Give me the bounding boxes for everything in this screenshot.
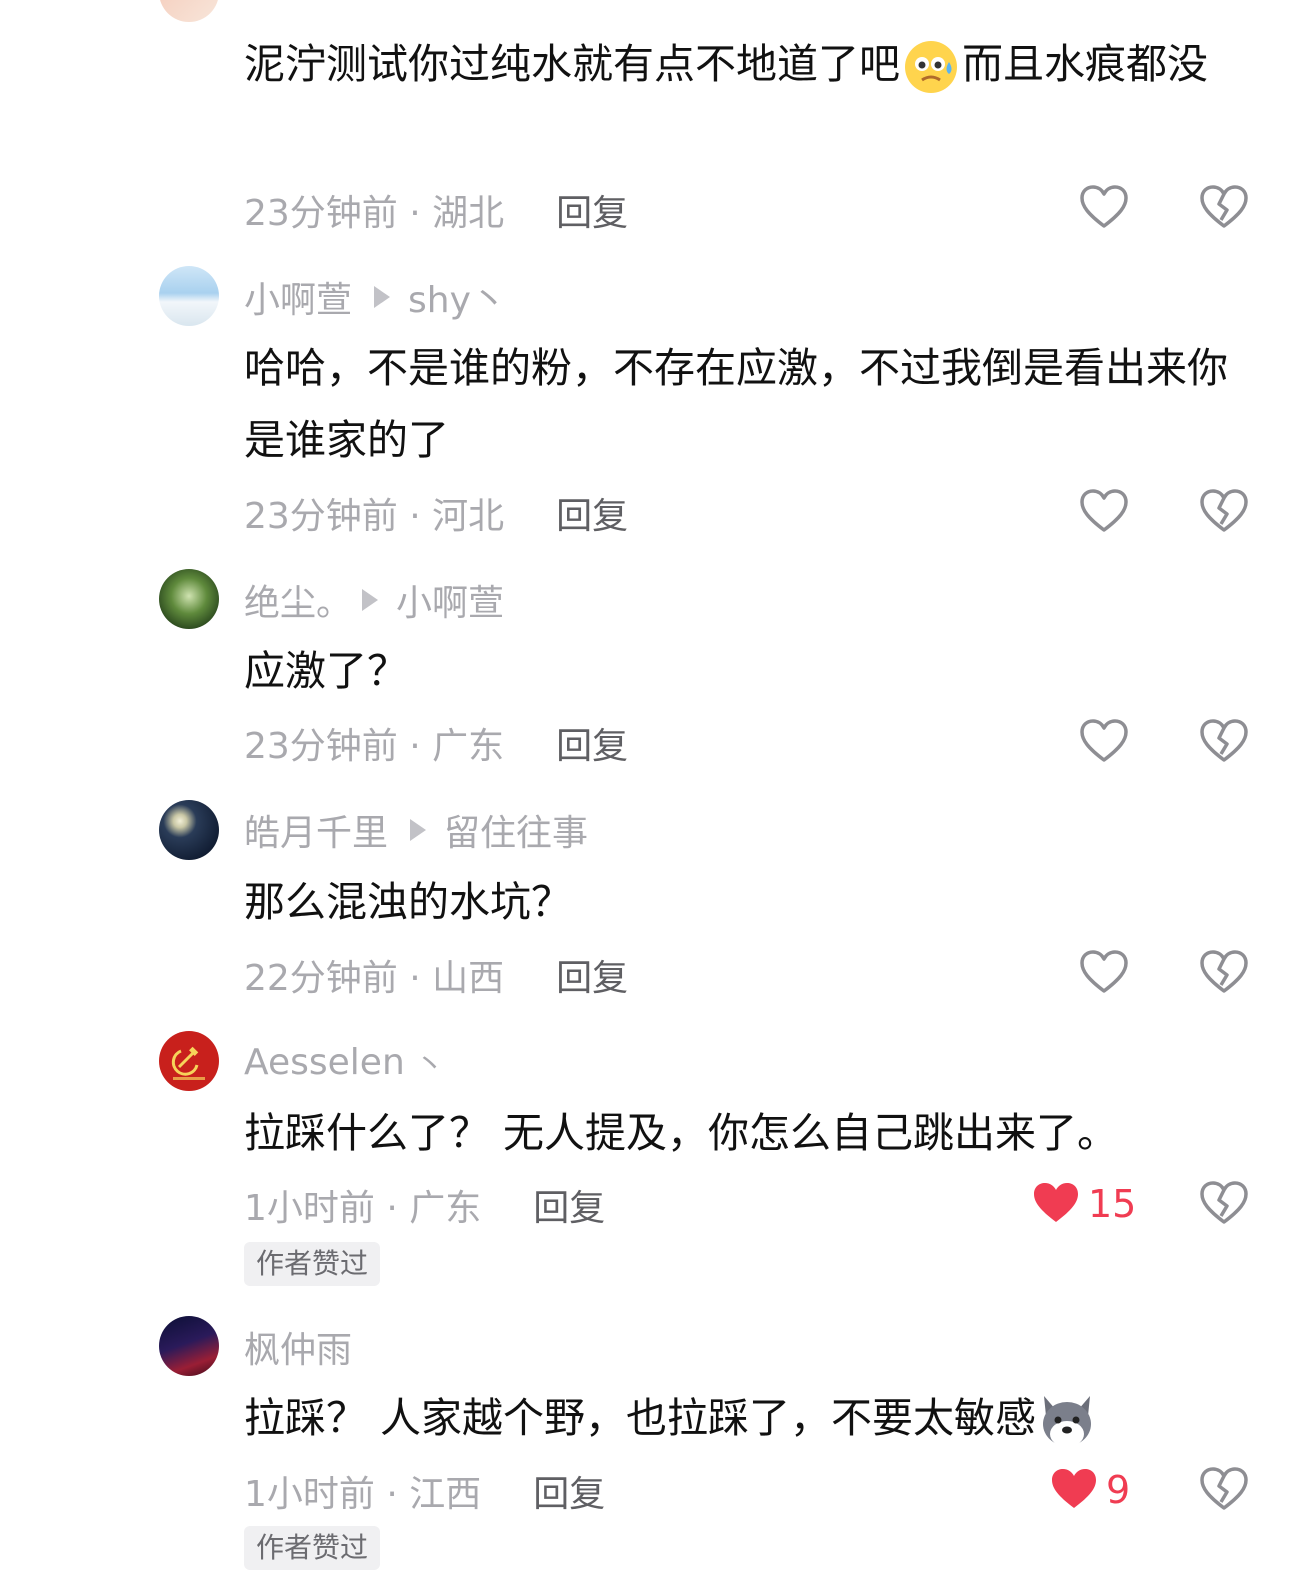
comment-time-location: 23分钟前 · 广东 [244,726,505,767]
comment-author[interactable]: 皓月千里 [244,804,388,856]
avatar[interactable] [159,1031,219,1091]
comment-meta: 23分钟前 · 河北 回复 [244,488,628,538]
comment-time-location: 22分钟前 · 山西 [244,958,505,999]
like-heart-filled-icon[interactable] [1030,1178,1082,1230]
reply-target[interactable]: 小啊萱 [396,574,504,626]
author-liked-badge: 作者赞过 [244,1242,381,1286]
reply-arrow-icon [362,589,379,611]
comment-body: 应激了？ [244,647,408,695]
comment-author-row: 枫仲雨 [244,1325,352,1371]
author-suffix: 丶 [414,1048,445,1083]
comment-meta: 23分钟前 · 广东 回复 [244,718,628,768]
like-heart-filled-icon[interactable] [1048,1464,1100,1516]
like-heart-icon[interactable] [1078,947,1130,999]
comment-author[interactable]: Aesselen [244,1042,405,1083]
comment-time-location: 23分钟前 · 河北 [244,496,505,537]
comment-body: 拉踩？ 人家越个野，也拉踩了，不要太敏感 [244,1382,1254,1454]
avatar[interactable] [159,0,219,22]
doge-wolf-emoji [1043,1396,1092,1447]
sweat-smile-emoji [905,41,957,93]
reply-target[interactable]: shy丶 [408,271,507,323]
dislike-broken-heart-icon[interactable] [1198,1464,1250,1516]
reply-arrow-icon [410,819,427,841]
dislike-broken-heart-icon[interactable] [1198,182,1250,234]
reply-button[interactable]: 回复 [556,487,628,539]
like-block[interactable]: 9 [1048,1464,1130,1516]
comment-author[interactable]: 绝尘。 [244,574,352,626]
hammer-sickle-icon [171,1046,205,1080]
dislike-broken-heart-icon[interactable] [1198,947,1250,999]
comment-author[interactable]: 枫仲雨 [244,1321,352,1373]
comment-meta: 23分钟前 · 湖北 回复 [244,185,628,235]
comment-time-location: 1小时前 · 江西 [244,1474,482,1515]
comment-author-row: 绝尘。 小啊萱 [244,578,504,624]
like-heart-icon[interactable] [1078,486,1130,538]
like-heart-icon[interactable] [1078,716,1130,768]
comment-time-location: 1小时前 · 广东 [244,1188,482,1229]
reply-button[interactable]: 回复 [533,1179,605,1231]
reply-target[interactable]: 留住往事 [444,804,588,856]
comment-author-row [244,0,574,22]
comment-body: 拉踩什么了？ 无人提及，你怎么自己跳出来了。 [244,1109,1119,1157]
reply-arrow-icon [374,286,391,308]
reply-button[interactable]: 回复 [533,1465,605,1517]
comment-body: 那么混浊的水坑？ [244,878,572,926]
comment-time-location: 23分钟前 · 湖北 [244,193,505,234]
like-count: 15 [1088,1182,1137,1226]
avatar[interactable] [159,800,219,860]
reply-button[interactable]: 回复 [556,717,628,769]
comment-meta: 1小时前 · 广东 回复 [244,1180,605,1230]
comment-body: 哈哈，不是谁的粉，不存在应激，不过我倒是看出来你是谁家的了 [244,344,1228,464]
like-block[interactable]: 15 [1030,1178,1136,1230]
comment-author-row: 小啊萱 shy丶 [244,275,507,321]
avatar[interactable] [159,266,219,326]
comment-body: 泥泞测试你过纯水就有点不地道了吧 而且水痕都没 [244,28,1254,100]
comment-author[interactable]: 小啊萱 [244,271,352,323]
avatar[interactable] [159,1316,219,1376]
author-liked-badge: 作者赞过 [244,1526,381,1570]
comment-author-row: 皓月千里 留住往事 [244,808,588,854]
reply-button[interactable]: 回复 [556,184,628,236]
avatar[interactable] [159,569,219,629]
dislike-broken-heart-icon[interactable] [1198,716,1250,768]
dislike-broken-heart-icon[interactable] [1198,1178,1250,1230]
comment-meta: 22分钟前 · 山西 回复 [244,950,628,1000]
comment-meta: 1小时前 · 江西 回复 [244,1466,605,1516]
reply-button[interactable]: 回复 [556,949,628,1001]
like-count: 9 [1106,1468,1131,1512]
dislike-broken-heart-icon[interactable] [1198,486,1250,538]
like-heart-icon[interactable] [1078,182,1130,234]
comment-author-row: Aesselen 丶 [244,1040,445,1084]
